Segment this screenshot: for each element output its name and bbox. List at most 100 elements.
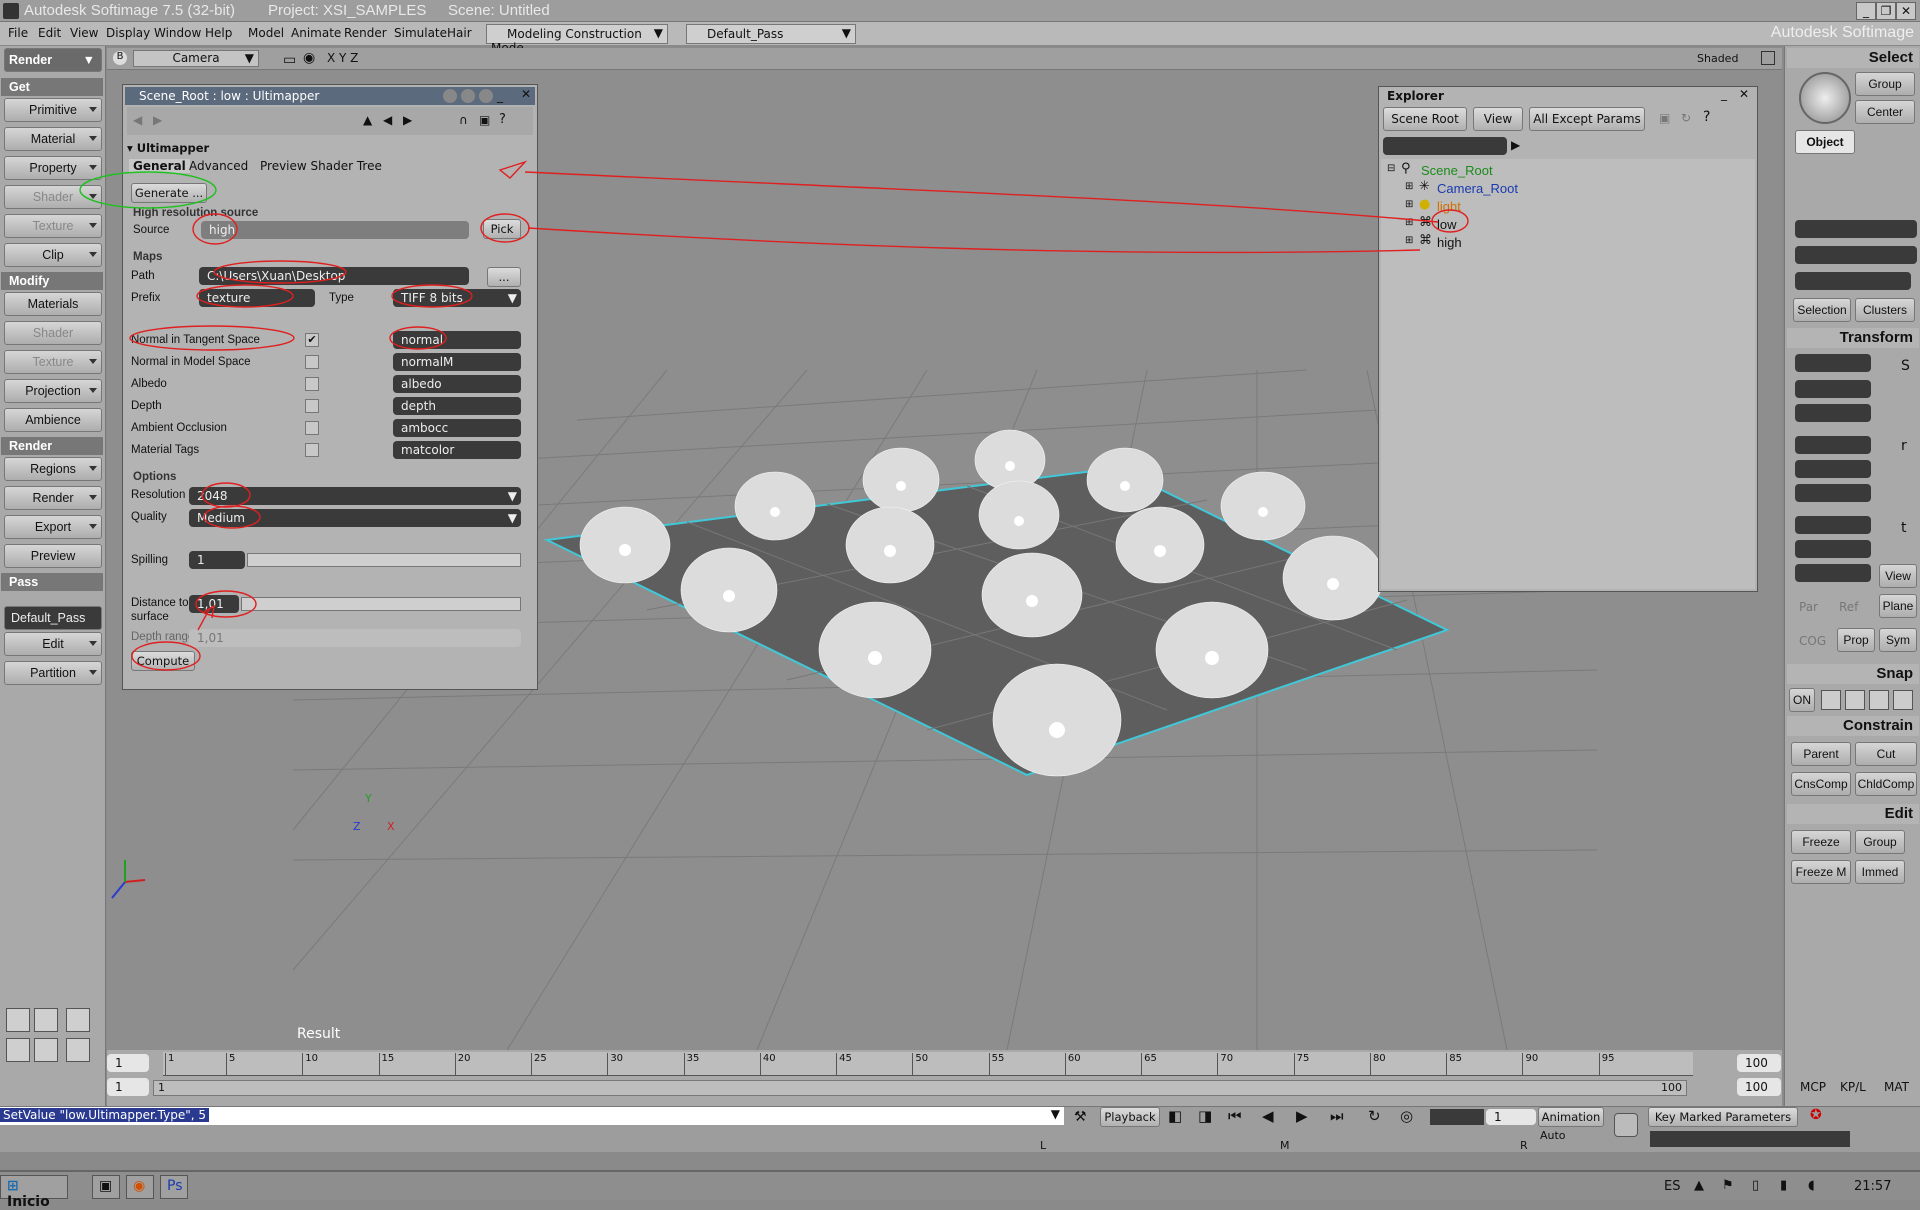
pass-field[interactable]: Default_Pass (4, 606, 102, 630)
pick-button[interactable]: Pick (483, 219, 521, 239)
tree-item-low[interactable]: low (1437, 217, 1457, 232)
menu-model[interactable]: Model (248, 26, 284, 40)
map-name-depth[interactable]: depth (393, 397, 521, 415)
translate-z-field[interactable] (1795, 564, 1871, 582)
question-icon[interactable]: ? (499, 112, 506, 127)
menu-help[interactable]: Help (205, 26, 232, 40)
tree-item-light[interactable]: light (1437, 199, 1461, 214)
map-checkbox-normal-model[interactable] (305, 355, 319, 369)
clusters-button[interactable]: Clusters (1855, 298, 1915, 322)
quality-select[interactable]: Medium ▼ (189, 509, 521, 527)
refresh-icon[interactable]: ↻ (1681, 111, 1691, 125)
texture-button[interactable]: Texture (4, 214, 102, 238)
first-frame-icon[interactable]: ⏮ (1228, 1107, 1242, 1125)
key-icon[interactable] (1614, 1113, 1638, 1137)
current-frame-field[interactable]: 1 (1486, 1109, 1536, 1125)
preview-button[interactable]: Preview (4, 544, 102, 568)
snap-grid-icon[interactable] (1893, 690, 1913, 710)
property-button[interactable]: Property (4, 156, 102, 180)
camera-combo[interactable]: Camera ▼ (133, 50, 259, 67)
tab-general[interactable]: General (129, 159, 190, 173)
freeze-m-button[interactable]: Freeze M (1791, 860, 1851, 884)
command-line[interactable]: SetValue "low.Ultimapper.Type", 5 ▼ (0, 1107, 1064, 1125)
layout-center-icon[interactable] (34, 1038, 58, 1062)
tab-advanced[interactable]: Advanced (189, 159, 248, 173)
menu-hair[interactable]: Hair (447, 26, 472, 40)
map-name-ambocc[interactable]: ambocc (393, 419, 521, 437)
expand-icon[interactable]: ⊞ (1405, 235, 1413, 246)
cog-button[interactable]: COG (1799, 634, 1826, 648)
prev-frame-icon[interactable]: ◀ (1262, 1107, 1274, 1125)
tree-item-camera-root[interactable]: Camera_Root (1437, 181, 1518, 196)
ultimapper-section[interactable]: ▾ Ultimapper (127, 141, 209, 155)
projection-button[interactable]: Projection (4, 379, 102, 403)
map-checkbox-depth[interactable] (305, 399, 319, 413)
explorer-view-button[interactable]: View (1473, 107, 1523, 131)
start-button[interactable]: ⊞ Inicio (0, 1175, 68, 1210)
select-field-3[interactable] (1795, 272, 1911, 290)
type-select[interactable]: TIFF 8 bits ▼ (393, 289, 521, 307)
expand-icon[interactable]: ⊞ (1405, 199, 1413, 210)
select-tool-icon[interactable] (1799, 72, 1851, 124)
material-button[interactable]: Material (4, 127, 102, 151)
battery-icon[interactable]: ▯ (1752, 1178, 1759, 1193)
scale-z-field[interactable] (1795, 404, 1871, 422)
sym-button[interactable]: Sym (1879, 628, 1917, 652)
layout-split-icon[interactable] (34, 1008, 58, 1032)
menu-file[interactable]: File (8, 26, 28, 40)
animation-button[interactable]: Animation (1538, 1107, 1604, 1127)
snap-on-button[interactable]: ON (1789, 688, 1815, 712)
flag-icon[interactable]: ⚑ (1722, 1178, 1734, 1193)
help-icon[interactable] (479, 89, 493, 103)
auto-label[interactable]: Auto (1540, 1129, 1566, 1142)
primitive-button[interactable]: Primitive (4, 98, 102, 122)
minimize-icon[interactable]: _ (1721, 87, 1727, 101)
menu-edit[interactable]: Edit (38, 26, 61, 40)
layout-grid-icon[interactable] (66, 1008, 90, 1032)
tree-item-scene-root[interactable]: Scene_Root (1421, 163, 1493, 178)
menu-view[interactable]: View (70, 26, 98, 40)
kpl-tab[interactable]: KP/L (1840, 1080, 1866, 1094)
menu-display[interactable]: Display (106, 26, 150, 40)
translate-y-field[interactable] (1795, 540, 1871, 558)
explorer-filter-button[interactable]: All Except Params (1529, 107, 1645, 131)
minimize-icon[interactable]: _ (1856, 2, 1876, 20)
timeline-ruler[interactable]: 1 5 10 15 20 25 30 35 40 45 50 55 60 65 70 75 80 85 90 95 (163, 1052, 1693, 1076)
next-key-icon[interactable]: ◨ (1198, 1107, 1212, 1125)
map-checkbox-albedo[interactable] (305, 377, 319, 391)
render-button[interactable]: Render (4, 486, 102, 510)
playback-button[interactable]: Playback (1100, 1107, 1160, 1127)
tree-item-high[interactable]: high (1437, 235, 1462, 250)
chevron-down-icon[interactable]: ▼ (1051, 1107, 1060, 1121)
tray-expand-icon[interactable]: ▲ (1694, 1178, 1704, 1193)
distance-slider[interactable] (241, 597, 521, 611)
volume-icon[interactable]: ◖ (1808, 1178, 1815, 1193)
preset-icon[interactable]: ▲ (363, 113, 372, 127)
spilling-field[interactable]: 1 (189, 551, 245, 569)
back-icon[interactable]: ◀ (133, 113, 142, 127)
prop-button[interactable]: Prop (1837, 628, 1875, 652)
range-slider[interactable]: 1 100 (153, 1080, 1687, 1096)
compute-button[interactable]: Compute (131, 651, 195, 671)
question-icon[interactable]: ? (1703, 109, 1710, 125)
spilling-slider[interactable] (247, 553, 521, 567)
prev-key-icon[interactable]: ◧ (1168, 1107, 1182, 1125)
menu-window[interactable]: Window (154, 26, 201, 40)
translate-x-field[interactable] (1795, 516, 1871, 534)
snap-surface-icon[interactable] (1869, 690, 1889, 710)
shading-mode[interactable]: Shaded (1697, 52, 1738, 65)
key-marked-field[interactable] (1650, 1131, 1850, 1147)
export-button[interactable]: Export (4, 515, 102, 539)
partition-button[interactable]: Partition (4, 661, 102, 685)
generate-button[interactable]: Generate ... (131, 183, 207, 203)
map-name-normal[interactable]: normal (393, 331, 521, 349)
minimize-icon[interactable]: _ (497, 89, 503, 103)
scale-icon[interactable]: S (1901, 358, 1910, 374)
layout-right-icon[interactable] (66, 1038, 90, 1062)
modify-texture-button[interactable]: Texture (4, 350, 102, 374)
scale-x-field[interactable] (1795, 354, 1871, 372)
select-field-1[interactable] (1795, 220, 1917, 238)
materials-button[interactable]: Materials (4, 292, 102, 316)
taskbar-photoshop-icon[interactable]: Ps (160, 1175, 188, 1199)
map-checkbox-normal-tangent[interactable]: ✔ (305, 333, 319, 347)
